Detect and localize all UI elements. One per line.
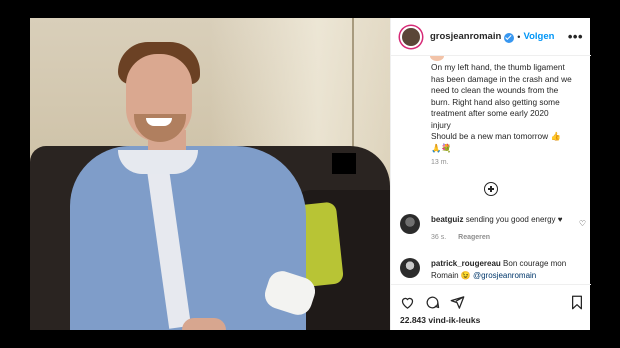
comment-icon[interactable] <box>425 295 440 313</box>
bookmark-icon[interactable] <box>570 295 584 313</box>
comment-username[interactable]: patrick_rougereau <box>431 259 501 268</box>
post-actions-bar: 22.843 vind-ik-leuks <box>391 284 591 330</box>
comment-text: beatguiz sending you good energy ♥ <box>431 214 587 226</box>
caption-line: Should be a new man tomorrow 👍 <box>431 131 561 141</box>
post-photo[interactable] <box>30 18 390 330</box>
likes-count[interactable]: 22.843 vind-ik-leuks <box>400 315 480 325</box>
caption-line: burn. Right hand also getting some <box>431 96 560 107</box>
caption-emoji-line: 🙏💐 <box>431 142 452 153</box>
photo-gown-collar <box>118 150 198 174</box>
instagram-post-viewer: grosjeanromain • Volgen ••• On my left h… <box>0 0 620 348</box>
commenter-avatar[interactable] <box>400 258 420 278</box>
caption-timestamp: 13 m. <box>431 159 449 166</box>
plus-circle-icon[interactable] <box>484 182 498 196</box>
redaction-block <box>332 153 356 174</box>
comment-item: patrick_rougereau Bon courage mon Romain… <box>400 258 588 284</box>
comment-text: patrick_rougereau Bon courage mon Romain… <box>431 258 587 281</box>
comment-mention[interactable]: @grosjeanromain <box>473 271 536 280</box>
caption-line: need to clean the wounds from the <box>431 85 559 95</box>
photo-hand <box>182 318 226 330</box>
comment-time: 36 s. <box>431 234 447 241</box>
comment-meta: 36 s. Reageren <box>431 234 500 241</box>
caption-line: On my left hand, the thumb ligament <box>431 62 565 72</box>
paper-plane-icon[interactable] <box>450 295 465 313</box>
comment-like-icon[interactable]: ♡ <box>579 219 586 228</box>
post-header: grosjeanromain • Volgen ••• <box>391 18 591 56</box>
caption-line: treatment after some early 2020 <box>431 108 549 118</box>
post-caption: On my left hand, the thumb ligament has … <box>431 62 587 154</box>
commenter-avatar[interactable] <box>400 214 420 234</box>
post-side-panel: grosjeanromain • Volgen ••• On my left h… <box>390 18 591 330</box>
caption-line: has been damage in the crash and we <box>431 73 572 84</box>
verified-badge-icon <box>504 32 515 43</box>
header-separator: • <box>517 31 521 42</box>
heart-icon[interactable] <box>400 295 415 313</box>
clipped-avatar <box>430 56 444 61</box>
caption-line: injury <box>431 119 451 130</box>
reply-button[interactable]: Reageren <box>458 234 490 241</box>
author-avatar[interactable] <box>400 25 422 48</box>
photo-smile <box>146 118 172 126</box>
comment-body: sending you good energy ♥ <box>465 215 563 224</box>
author-username[interactable]: grosjeanromain <box>430 31 501 42</box>
follow-button[interactable]: Volgen <box>523 31 554 42</box>
comment-item: beatguiz sending you good energy ♥ 36 s.… <box>400 214 588 254</box>
more-options-icon[interactable]: ••• <box>568 29 583 44</box>
comment-username[interactable]: beatguiz <box>431 215 463 224</box>
